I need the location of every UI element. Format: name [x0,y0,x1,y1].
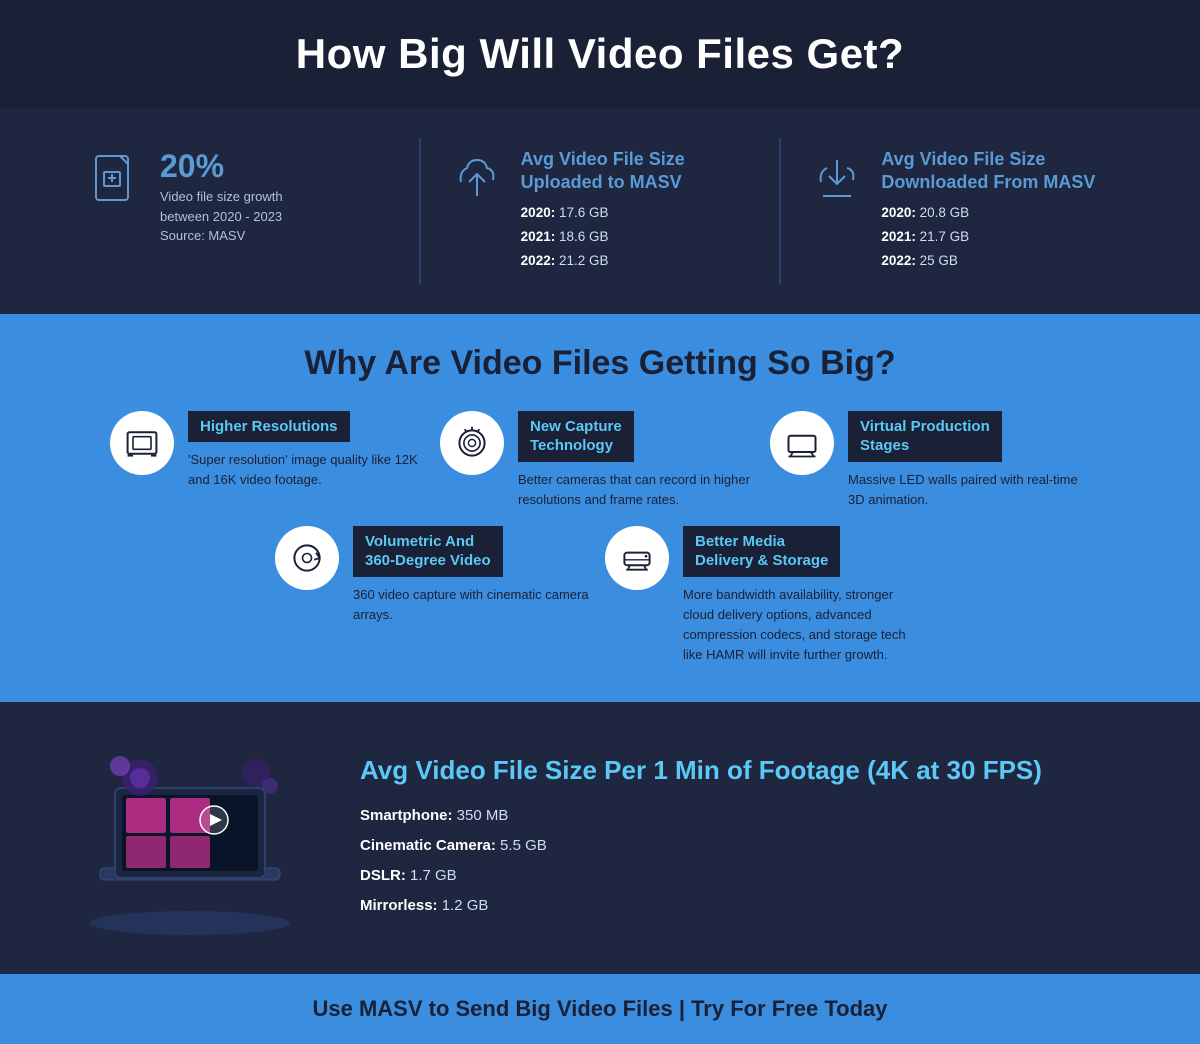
media-icon-circle [605,526,669,590]
bottom-data: Smartphone: 350 MB Cinematic Camera: 5.5… [360,801,1042,921]
growth-desc: Video file size growthbetween 2020 - 202… [160,187,283,246]
uploaded-title: Avg Video File SizeUploaded to MASV [521,148,685,195]
bottom-title: Avg Video File Size Per 1 Min of Footage… [360,754,1042,788]
media-desc: More bandwidth availability, stronger cl… [683,585,925,666]
footer-section: Use MASV to Send Big Video Files | Try F… [0,974,1200,1044]
virtual-text: Virtual ProductionStages Massive LED wal… [848,411,1090,510]
virtual-label: Virtual ProductionStages [848,411,1002,462]
volumetric-icon-circle [275,526,339,590]
why-capture: New CaptureTechnology Better cameras tha… [440,411,760,510]
capture-text: New CaptureTechnology Better cameras tha… [518,411,760,510]
capture-label: New CaptureTechnology [518,411,634,462]
header-section: How Big Will Video Files Get? [0,0,1200,108]
higher-res-label: Higher Resolutions [188,411,350,443]
bottom-section: Avg Video File Size Per 1 Min of Footage… [0,702,1200,974]
higher-res-desc: 'Super resolution' image quality like 12… [188,450,430,490]
why-top-row: Higher Resolutions 'Super resolution' im… [50,411,1150,510]
why-media: Better MediaDelivery & Storage More band… [605,526,925,666]
footer-text: Use MASV to Send Big Video Files | Try F… [22,996,1178,1022]
stat-downloaded: Avg Video File SizeDownloaded From MASV … [781,138,1140,284]
growth-pct: 20% [160,148,283,185]
stat-uploaded-content: Avg Video File SizeUploaded to MASV 2020… [521,148,685,274]
why-virtual: Virtual ProductionStages Massive LED wal… [770,411,1090,510]
stat-growth-content: 20% Video file size growthbetween 2020 -… [160,148,283,246]
file-icon [90,152,142,204]
upload-icon [451,152,503,204]
why-section: Why Are Video Files Getting So Big? High… [0,314,1200,702]
virtual-icon-circle [770,411,834,475]
capture-desc: Better cameras that can record in higher… [518,470,760,510]
higher-res-text: Higher Resolutions 'Super resolution' im… [188,411,430,491]
downloaded-title: Avg Video File SizeDownloaded From MASV [881,148,1095,195]
stats-section: 20% Video file size growthbetween 2020 -… [0,108,1200,314]
volumetric-label: Volumetric And360-Degree Video [353,526,503,577]
capture-icon-circle [440,411,504,475]
volumetric-text: Volumetric And360-Degree Video 360 video… [353,526,595,625]
why-volumetric: Volumetric And360-Degree Video 360 video… [275,526,595,666]
why-bottom-row: Volumetric And360-Degree Video 360 video… [50,526,1150,666]
uploaded-data: 2020: 17.6 GB 2021: 18.6 GB 2022: 21.2 G… [521,201,685,274]
bottom-content: Avg Video File Size Per 1 Min of Footage… [360,754,1042,922]
why-higher-res: Higher Resolutions 'Super resolution' im… [110,411,430,510]
downloaded-data: 2020: 20.8 GB 2021: 21.7 GB 2022: 25 GB [881,201,1095,274]
volumetric-desc: 360 video capture with cinematic camera … [353,585,595,625]
higher-res-icon-circle [110,411,174,475]
media-label: Better MediaDelivery & Storage [683,526,840,577]
stat-downloaded-content: Avg Video File SizeDownloaded From MASV … [881,148,1095,274]
virtual-desc: Massive LED walls paired with real-time … [848,470,1090,510]
main-title: How Big Will Video Files Get? [60,30,1140,78]
download-icon [811,152,863,204]
stat-growth: 20% Video file size growthbetween 2020 -… [60,138,421,284]
why-title: Why Are Video Files Getting So Big? [50,344,1150,383]
stat-uploaded: Avg Video File SizeUploaded to MASV 2020… [421,138,782,284]
laptop-illustration [60,738,320,938]
media-text: Better MediaDelivery & Storage More band… [683,526,925,666]
